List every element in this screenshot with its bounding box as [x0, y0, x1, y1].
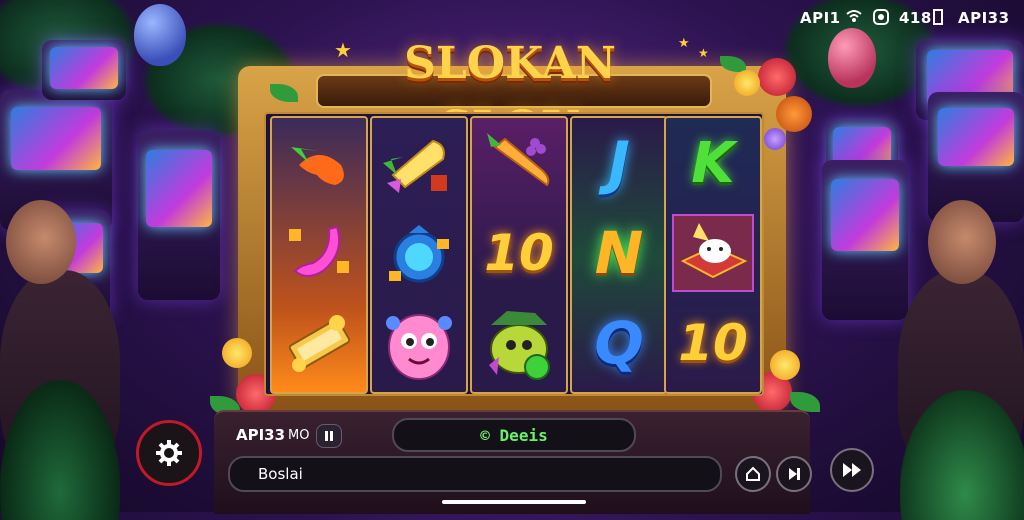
notification-icon — [873, 9, 889, 29]
symbol-pink-monster — [372, 298, 466, 388]
bet-unit: MO — [288, 428, 310, 443]
status-left: API1 — [800, 9, 841, 27]
settings-button[interactable] — [136, 420, 202, 486]
leaf — [790, 392, 820, 412]
pause-icon[interactable] — [316, 424, 342, 448]
purple-flower — [764, 128, 786, 150]
skip-button[interactable] — [776, 456, 812, 492]
rose-flower — [758, 58, 796, 96]
player-left-head — [6, 200, 76, 284]
symbol-k: K — [691, 130, 735, 196]
game-title: SLOKAN SLOU — [404, 38, 616, 153]
balloon — [134, 4, 186, 66]
balance-text: © Deeis — [480, 425, 548, 445]
arcade-machine — [928, 92, 1024, 222]
message-input-value: Boslai — [258, 465, 303, 483]
reel-3: 10 — [470, 116, 568, 394]
symbol-coin-bag — [372, 208, 466, 298]
symbol-gold-bars — [272, 298, 366, 388]
battery-icon — [933, 9, 943, 29]
reel-grid: 10 J N Q K 10 — [264, 112, 764, 396]
reel-2 — [370, 116, 468, 394]
reel-1 — [270, 116, 368, 394]
home-indicator[interactable] — [442, 500, 586, 504]
reel-4: J N Q — [570, 116, 668, 394]
symbol-carrot — [472, 118, 566, 208]
wifi-icon — [846, 9, 862, 27]
star-icon: ★ — [698, 46, 709, 60]
symbol-q: Q — [594, 309, 644, 377]
gear-icon — [156, 440, 182, 466]
arcade-machine — [42, 40, 126, 100]
battery-text: 418 — [899, 9, 932, 27]
yellow-flower — [222, 338, 252, 368]
symbol-banana — [272, 208, 366, 298]
orange-flower — [776, 96, 812, 132]
home-button[interactable] — [735, 456, 771, 492]
symbol-ten: 10 — [678, 314, 748, 372]
status-right: API33 — [958, 9, 1010, 27]
bet-label: API33 — [236, 426, 286, 444]
menu-button[interactable] — [36, 420, 102, 486]
arcade-machine — [822, 160, 908, 320]
symbol-n: N — [594, 219, 644, 287]
reel-5: K 10 — [664, 116, 762, 394]
symbol-j: J — [608, 129, 630, 197]
symbol-pepper — [272, 118, 366, 208]
bars-icon — [59, 444, 78, 462]
home-icon — [746, 466, 760, 481]
fast-forward-button[interactable] — [830, 448, 874, 492]
arcade-machine — [138, 130, 220, 300]
player-right — [898, 270, 1024, 470]
skip-icon — [789, 468, 800, 480]
player-right-head — [928, 200, 996, 284]
symbol-green-monster — [472, 298, 566, 388]
balloon — [828, 28, 876, 88]
fast-forward-icon — [843, 463, 861, 477]
yellow-flower — [770, 350, 800, 380]
symbol-ten: 10 — [484, 224, 554, 282]
symbol-pineapple — [372, 118, 466, 208]
yellow-flower — [734, 70, 760, 96]
star-icon: ★ — [334, 38, 352, 62]
star-icon: ★ — [678, 36, 690, 51]
symbol-gift-box — [666, 208, 760, 298]
balance-display: © Deeis — [392, 418, 636, 452]
message-input[interactable]: Boslai — [228, 456, 722, 492]
